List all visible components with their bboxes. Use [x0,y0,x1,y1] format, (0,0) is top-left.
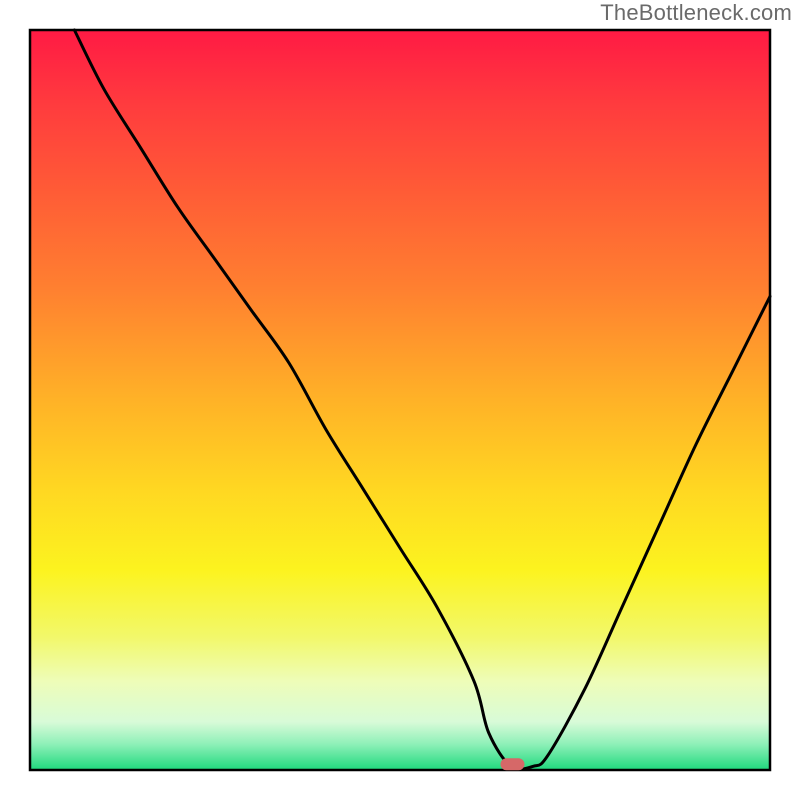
watermark-text: TheBottleneck.com [600,0,792,26]
optimal-marker [500,758,524,770]
bottleneck-chart [0,0,800,800]
chart-container: TheBottleneck.com [0,0,800,800]
plot-background [30,30,770,770]
